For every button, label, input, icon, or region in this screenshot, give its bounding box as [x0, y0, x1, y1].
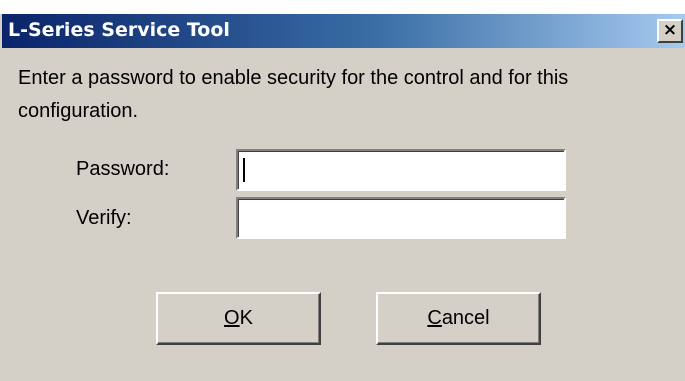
verify-label: Verify:: [76, 207, 132, 229]
password-label: Password:: [76, 158, 170, 180]
top-margin: [0, 0, 685, 14]
title-bar[interactable]: L-Series Service Tool ×: [2, 14, 685, 48]
ok-button-label: K: [239, 307, 253, 329]
ok-button-mnemonic: O: [224, 307, 240, 329]
ok-button[interactable]: OK: [156, 292, 321, 345]
password-field[interactable]: [236, 149, 566, 191]
cancel-button-mnemonic: C: [427, 307, 442, 329]
close-icon[interactable]: ×: [657, 19, 683, 43]
text-caret: [243, 158, 245, 182]
window-title: L-Series Service Tool: [8, 19, 230, 41]
cancel-button-label: ancel: [441, 307, 490, 329]
verify-field[interactable]: [236, 197, 566, 239]
cancel-button[interactable]: Cancel: [376, 292, 541, 345]
instruction-text: Enter a password to enable security for …: [18, 67, 569, 122]
